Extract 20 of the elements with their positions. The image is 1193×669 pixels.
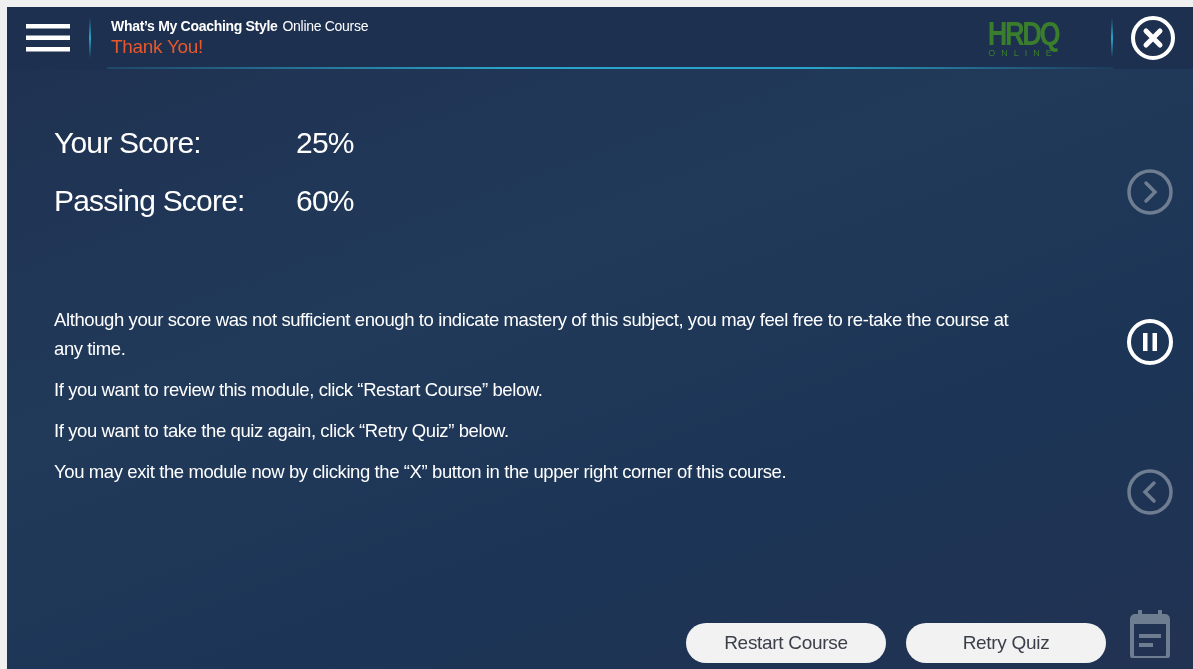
menu-icon bbox=[26, 23, 70, 53]
score-value: 25% bbox=[296, 125, 355, 161]
pause-icon bbox=[1125, 318, 1174, 366]
pause-button[interactable] bbox=[1125, 318, 1174, 366]
close-icon bbox=[1130, 15, 1176, 61]
message-text: If you want to take the quiz again, click “Retry Quiz” below. bbox=[54, 419, 510, 443]
course-title: What’s My Coaching Style bbox=[111, 18, 278, 34]
message-text: Although your score was not sufficient enough to indicate mastery of this subject, you may feel free to re-take the course at any time. bbox=[54, 308, 1010, 361]
restart-course-button[interactable]: Restart Course bbox=[686, 623, 886, 663]
chevron-right-icon bbox=[1125, 168, 1174, 216]
message-text: If you want to review this module, click “Restart Course” below. bbox=[54, 378, 544, 402]
calendar-icon bbox=[1127, 608, 1172, 658]
score-value: 60% bbox=[296, 183, 355, 219]
score-label: Your Score: bbox=[54, 125, 202, 161]
page-title: Thank You! bbox=[111, 36, 205, 58]
retry-quiz-button[interactable]: Retry Quiz bbox=[906, 623, 1106, 663]
course-subtitle: Online Course bbox=[282, 18, 369, 34]
score-label: Passing Score: bbox=[54, 183, 246, 219]
message-text: You may exit the module now by clicking the “X” button in the upper right corner of this course. bbox=[54, 460, 788, 484]
chevron-left-icon bbox=[1125, 468, 1174, 516]
